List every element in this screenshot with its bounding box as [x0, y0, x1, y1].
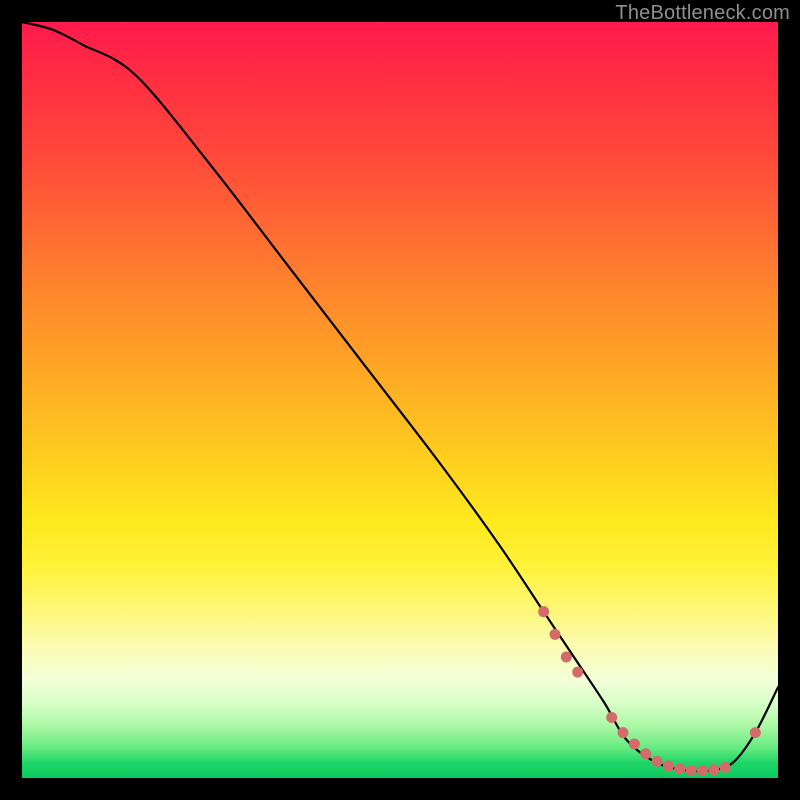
marker-dot [674, 763, 685, 774]
marker-dot [606, 712, 617, 723]
chart-svg [22, 22, 778, 778]
chart-frame: TheBottleneck.com [0, 0, 800, 800]
marker-dot [549, 629, 560, 640]
marker-dot [618, 727, 629, 738]
plot-area [22, 22, 778, 778]
marker-dot [561, 652, 572, 663]
marker-dot [708, 764, 719, 775]
marker-dot [640, 748, 651, 759]
marker-dot [538, 606, 549, 617]
marker-dot [750, 727, 761, 738]
marker-dot [697, 765, 708, 776]
marker-dot [652, 756, 663, 767]
marker-dot [629, 738, 640, 749]
marker-dot [720, 762, 731, 773]
marker-dot [686, 765, 697, 776]
marker-dot [663, 760, 674, 771]
bottleneck-curve-line [22, 22, 778, 771]
marker-dot [572, 667, 583, 678]
highlighted-marker-group [538, 606, 761, 776]
